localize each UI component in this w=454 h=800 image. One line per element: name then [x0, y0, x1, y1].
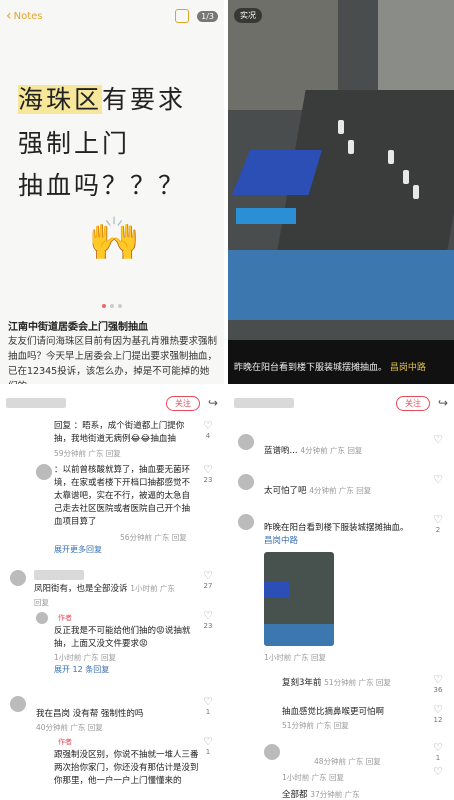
like-button[interactable]: ♡	[430, 434, 446, 446]
comment-text: 我在昌岗 没有帮 强制性的吗	[36, 709, 144, 719]
blue-roof	[228, 250, 454, 320]
like-button[interactable]: ♡ 4	[200, 420, 216, 441]
comment-meta: 40分钟前 广东 回复	[36, 723, 103, 732]
blue-tent	[232, 150, 322, 195]
like-button[interactable]: ♡ 1	[200, 736, 216, 757]
like-button[interactable]: ♡ 1	[430, 742, 446, 763]
comment-text: 蓝谱哟... 4分钟前 广东 回复	[264, 446, 363, 456]
note-title: 江南中街道居委会上门强制抽血	[8, 322, 148, 333]
like-button[interactable]: ♡ 2	[430, 514, 446, 535]
comment-image-thumbnail[interactable]	[264, 552, 334, 646]
share-icon[interactable]: ↪	[208, 396, 218, 410]
comment-meta: 51分钟前 广东 回复	[282, 721, 349, 730]
avatar[interactable]	[10, 570, 26, 586]
note-heading-line1: 海珠区有要求	[18, 85, 187, 114]
comment-meta: 1小时前 广东 回复	[264, 653, 327, 662]
comment-meta: 59分钟前 广东 回复	[54, 449, 121, 458]
follow-button[interactable]: 关注	[165, 395, 200, 411]
like-button[interactable]: ♡ 27	[200, 570, 216, 591]
like-button[interactable]: ♡ 36	[430, 674, 446, 695]
like-button[interactable]: ♡	[430, 766, 446, 778]
avatar[interactable]	[238, 434, 254, 450]
avatar[interactable]	[264, 744, 280, 760]
comments-panel-left: 关注 ↪ 回复 ：晤系，成个街道都上门提你抽，我地街道无病例😂😂抽血抽 59分钟…	[0, 388, 224, 800]
comment-text: ：以前曾核酸就算了，抽血要无菌环境，在家或者楼下开档口抽都感觉不太靠谱吧，实在不…	[54, 465, 191, 527]
comment-meta: 1小时前 广东 回复	[54, 653, 117, 662]
comment-meta: 56分钟前 广东 回复	[120, 533, 187, 542]
comment-text: 回复 ：晤系，成个街道都上门提你抽，我地街道无病例😂😂抽血抽	[54, 421, 185, 444]
page-indicator: 1/3	[197, 10, 218, 22]
comment-text: 凤阳街有，也是全部没诉 1小时前 广东 回复	[34, 584, 175, 607]
notes-panel: ‹ Notes 1/3 海珠区有要求 强制上门 抽血吗？？？ 🙌 江南中街道居委…	[0, 0, 224, 384]
avatar[interactable]	[238, 514, 254, 530]
back-chevron-icon[interactable]: ‹	[6, 8, 12, 24]
comments-header: 关注 ↪	[0, 388, 224, 418]
username-blurred	[234, 398, 294, 408]
like-button[interactable]: ♡ 23	[200, 610, 216, 631]
avatar[interactable]	[238, 474, 254, 490]
comment-text: 全部都 37分钟前 广东	[282, 790, 360, 800]
like-button[interactable]: ♡ 12	[430, 704, 446, 725]
share-icon[interactable]: ↪	[438, 396, 448, 410]
username-blurred	[6, 398, 66, 408]
photo-caption: 昨晚在阳台看到楼下服装城摆摊抽血。 昌岗中路	[234, 363, 426, 373]
screenshot-collage: ‹ Notes 1/3 海珠区有要求 强制上门 抽血吗？？？ 🙌 江南中街道居委…	[0, 0, 454, 800]
comment-text: 抽血感觉比摘鼻喉更可怕啊	[282, 707, 385, 717]
live-photo-tag: 实况	[234, 8, 262, 23]
back-label[interactable]: Notes	[14, 11, 43, 22]
raised-hands-emoji: 🙌	[88, 214, 141, 263]
comment-meta: 48分钟前 广东 回复	[314, 757, 381, 766]
comments-header: 关注 ↪	[228, 388, 454, 418]
comment-text: 太可怕了吧 4分钟前 广东 回复	[264, 486, 372, 496]
comment-text: 作者 跟强制没区别，你说不抽就一堆人三番两次抬你家门，你还没有那估计是没到你那里，…	[54, 738, 199, 786]
avatar[interactable]	[36, 612, 48, 624]
notes-toolbar: ‹ Notes 1/3	[0, 0, 224, 32]
comment-text: 昨晚在阳台看到楼下服装城摆摊抽血。 昌岗中路	[264, 523, 409, 546]
note-heading-line2: 强制上门	[18, 129, 131, 158]
avatar[interactable]	[10, 696, 26, 712]
expand-replies-link[interactable]: 展开 12 条回复	[54, 664, 109, 675]
share-icon[interactable]	[175, 9, 190, 23]
comment-text: 作者 反正我是不可能给他们抽的😡说抽就抽，上面又没文件要求😡	[54, 614, 191, 649]
comments-panel-right: 关注 ↪ 蓝谱哟... 4分钟前 广东 回复 ♡ 太可怕了吧 4分钟前 广东 回…	[228, 388, 454, 800]
expand-replies-link[interactable]: 展开更多回复	[54, 544, 102, 555]
carousel-dots	[102, 304, 122, 308]
like-button[interactable]: ♡ 23	[200, 464, 216, 485]
comment-meta: 1小时前 广东 回复	[282, 773, 345, 782]
like-button[interactable]: ♡	[430, 474, 446, 486]
follow-button[interactable]: 关注	[395, 395, 430, 411]
avatar[interactable]	[36, 464, 52, 480]
like-button[interactable]: ♡ 1	[200, 696, 216, 717]
note-heading-line3: 抽血吗？？？	[18, 171, 187, 200]
street-photo: 实况	[228, 0, 454, 340]
comment-text: 复刻3年前 51分钟前 广东 回复	[282, 678, 391, 688]
photo-panel: 实况 昨晚在阳台看到楼下服装城摆摊抽血。 昌岗中路	[228, 0, 454, 384]
note-body: 友友们请问海珠区目前有因为基孔肯雅热要求强制抽血吗？今天早上居委会上门提出要求强…	[8, 336, 218, 384]
